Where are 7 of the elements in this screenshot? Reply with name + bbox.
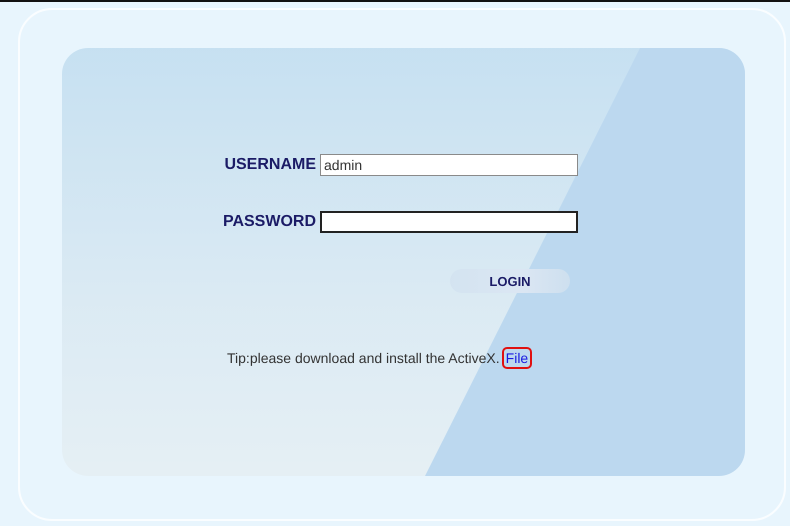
- login-button[interactable]: LOGIN: [450, 269, 570, 293]
- username-field[interactable]: admin: [320, 154, 578, 176]
- file-link[interactable]: File: [502, 347, 532, 369]
- password-field[interactable]: [320, 211, 578, 233]
- username-label: USERNAME: [223, 156, 317, 174]
- password-label: PASSWORD: [222, 213, 317, 231]
- tip-text: Tip:please download and install the ActiveX.: [227, 350, 500, 366]
